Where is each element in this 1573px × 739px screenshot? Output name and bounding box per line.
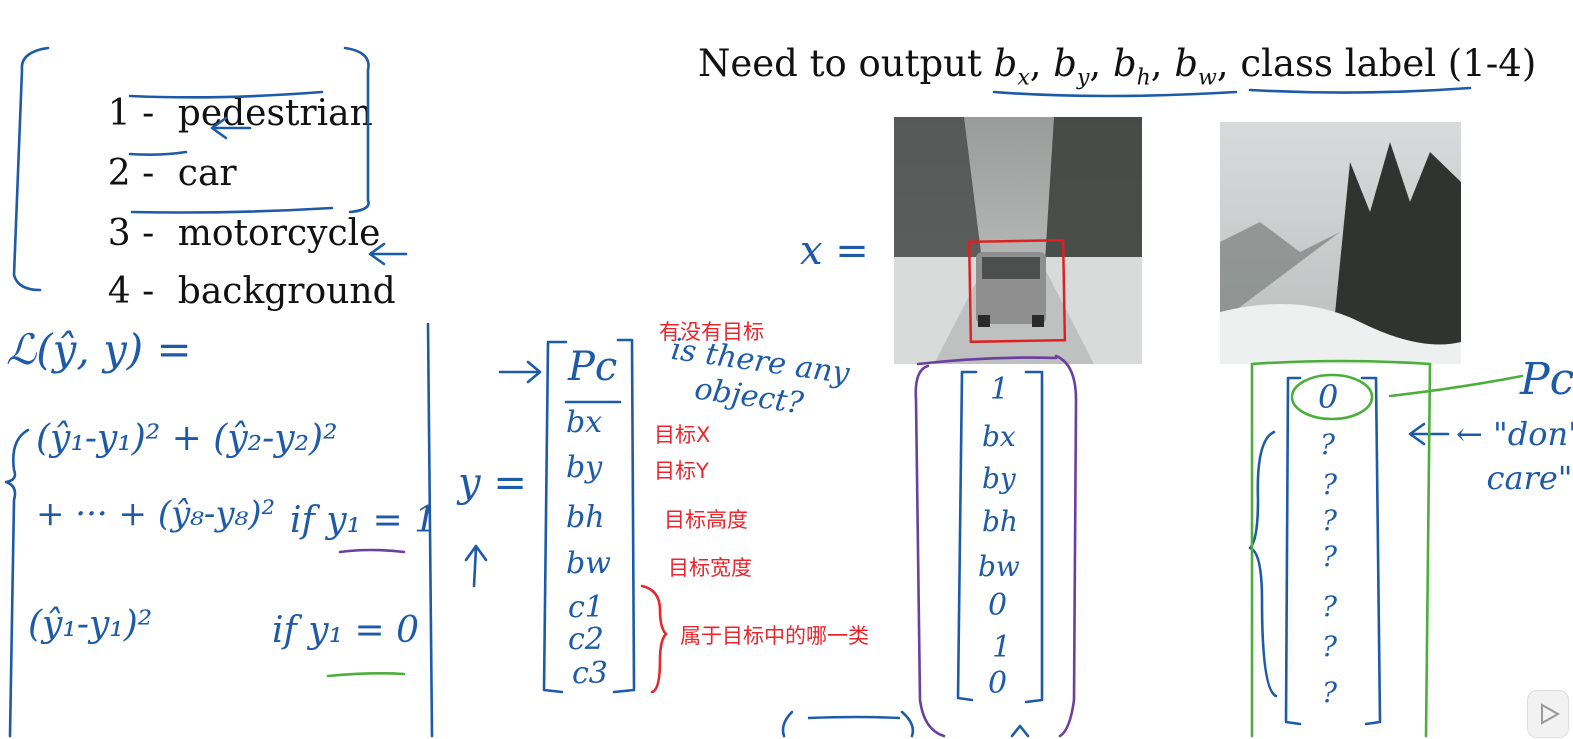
- y-vec-c3: c3: [572, 656, 608, 691]
- bg-vec-green-right: [1424, 362, 1432, 738]
- annotation-has-object: 有没有目标: [659, 320, 764, 344]
- x-equals: x =: [800, 228, 869, 274]
- y-vec-c2: c2: [568, 622, 604, 657]
- background-photo: [1220, 122, 1461, 364]
- bg-vec-bw: ?: [1322, 540, 1338, 573]
- title-sep: ,: [1089, 42, 1113, 85]
- car-photo-graphic: [894, 117, 1142, 364]
- annotation-target-y: 目标Y: [654, 459, 709, 483]
- bg-vec-c3: ?: [1322, 676, 1338, 709]
- loss-label: ℒ(ŷ, y) =: [6, 325, 192, 374]
- y-vec-bh: bh: [566, 500, 605, 535]
- y-vec-by: by: [566, 450, 603, 485]
- car-vec-right-bracket: [1024, 370, 1044, 704]
- title-sep: ,: [1150, 42, 1175, 85]
- arrow-dont-care: [1408, 422, 1450, 446]
- bg-vec-c1: ?: [1322, 590, 1338, 623]
- car-vec-c3: 0: [988, 666, 1008, 701]
- is-there-any-object: is there any object?: [664, 331, 852, 422]
- background-photo-graphic: [1220, 122, 1461, 364]
- bg-vec-c2: ?: [1322, 630, 1338, 663]
- car-vec-c2: 1: [992, 630, 1012, 665]
- car-vec-purple-right: [1054, 354, 1078, 738]
- bg-vec-left-bracket: [1284, 376, 1302, 726]
- title-suffix: class label (1-4): [1240, 42, 1537, 85]
- title-bw: b: [1174, 42, 1199, 85]
- bg-vec-bh: ?: [1322, 504, 1338, 537]
- title-sep: ,: [1216, 42, 1241, 85]
- loss-case2: (ŷ₁-y₁)²: [28, 604, 153, 645]
- car-vec-purple-left: [914, 364, 946, 738]
- annotation-which-class: 属于目标中的哪一类: [680, 624, 869, 648]
- y-vec-bw: bw: [566, 546, 611, 581]
- annotation-target-height: 目标高度: [664, 508, 748, 532]
- class-number: 4 -: [107, 271, 155, 312]
- page-title: Need to output bx, by, bh, bw, class lab…: [698, 42, 1536, 90]
- class-label: background: [177, 271, 396, 312]
- y-vec-c1: c1: [568, 590, 604, 625]
- title-bx-sub: x: [1017, 65, 1030, 91]
- title-by-sub: y: [1076, 65, 1090, 91]
- car-vec-pc: 1: [990, 372, 1010, 407]
- if-y1-equals-0: if y₁ = 0: [272, 610, 420, 651]
- bg-vec-right-bracket: [1360, 376, 1382, 726]
- car-vec-left-bracket: [956, 370, 978, 702]
- arrow-into-y: [498, 360, 542, 384]
- car-vec-bx: bx: [982, 420, 1016, 453]
- dont-care-brace: [1248, 430, 1278, 698]
- car-vec-bh: bh: [982, 505, 1018, 538]
- loss-case1-line2: + ··· + (ŷ₈-y₈)²: [36, 494, 276, 534]
- y-left-bracket: [542, 340, 568, 694]
- title-by: b: [1053, 42, 1077, 85]
- y-equals: y =: [458, 460, 527, 506]
- car-vec-by: by: [982, 462, 1016, 495]
- title-bh: b: [1112, 42, 1137, 85]
- car-vec-bw: bw: [978, 550, 1020, 583]
- annotation-target-x: 目标X: [654, 423, 711, 447]
- video-play-button[interactable]: [1527, 690, 1569, 738]
- y-right-bracket: [612, 338, 636, 694]
- title-prefix: Need to output: [698, 42, 994, 85]
- y-vec-pc: Pc: [568, 344, 618, 390]
- car-photo: [894, 117, 1142, 364]
- y-vec-bx: bx: [566, 405, 603, 440]
- loss-case1-line1: (ŷ₁-y₁)² + (ŷ₂-y₂)²: [36, 418, 338, 459]
- car-vec-c1: 0: [988, 588, 1008, 623]
- arrow-up-y: [464, 544, 488, 588]
- bg-vec-pc: 0: [1318, 378, 1339, 416]
- class-list-left-bracket: [12, 46, 50, 292]
- loss-brace: [4, 428, 30, 738]
- annotation-target-width: 目标宽度: [668, 556, 752, 580]
- underline-if-y1-0: [326, 672, 406, 678]
- title-sep: ,: [1029, 42, 1054, 85]
- underline-if-y1-1: [338, 548, 406, 554]
- bg-vec-bx: ?: [1320, 428, 1336, 461]
- class-brace-red: [640, 584, 668, 694]
- title-bw-sub: w: [1198, 65, 1217, 91]
- play-icon: [1541, 703, 1561, 725]
- title-bx: b: [993, 42, 1018, 85]
- pc-label: Pc: [1520, 354, 1573, 405]
- underline-b-params: [992, 90, 1238, 98]
- dont-care-note: ← "don't care": [1456, 415, 1573, 497]
- if-y1-equals-1: if y₁ = 1: [290, 500, 438, 541]
- pc-pointer-line: [1388, 374, 1524, 398]
- title-bh-sub: h: [1136, 65, 1151, 91]
- bg-vec-by: ?: [1322, 468, 1338, 501]
